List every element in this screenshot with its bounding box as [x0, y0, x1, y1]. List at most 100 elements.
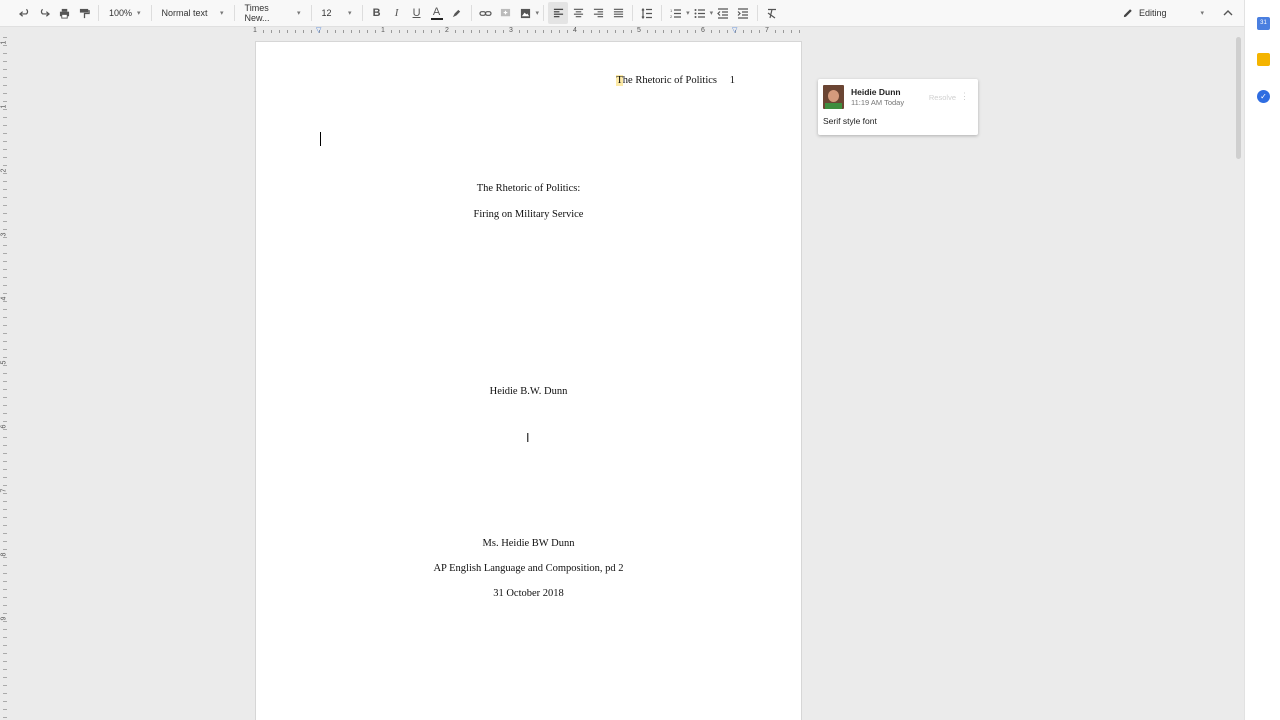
ruler-tick: [751, 30, 752, 33]
indent-marker-icon[interactable]: ▽: [732, 27, 739, 34]
ruler-number: 6: [0, 424, 8, 429]
comment-card[interactable]: Heidie Dunn 11:19 AM Today Resolve ⋮ Ser…: [818, 79, 978, 135]
highlight-pen-icon[interactable]: [447, 2, 467, 24]
ruler-tick: [3, 549, 7, 550]
line-spacing-icon[interactable]: [637, 2, 657, 24]
scrollbar[interactable]: [1232, 37, 1244, 720]
ruler-tick: [367, 30, 368, 33]
bulleted-list-icon[interactable]: [690, 2, 710, 24]
ruler-tick: [3, 709, 7, 710]
ruler-tick: [3, 181, 7, 182]
ruler-tick: [599, 30, 600, 33]
underline-icon[interactable]: U: [407, 2, 427, 24]
ruler-tick: [743, 30, 744, 33]
ruler-tick: [3, 277, 7, 278]
ruler-tick: [3, 37, 7, 38]
decrease-indent-icon[interactable]: [713, 2, 733, 24]
ruler-tick: [3, 269, 7, 270]
editing-mode-dropdown[interactable]: Editing ▾: [1115, 2, 1212, 24]
add-comment-icon[interactable]: [496, 2, 516, 24]
svg-text:1: 1: [670, 8, 673, 13]
keep-icon[interactable]: [1257, 53, 1270, 66]
ruler-tick: [415, 30, 416, 33]
chevron-down-icon: ▾: [137, 10, 141, 17]
print-icon[interactable]: [54, 2, 74, 24]
course-name[interactable]: AP English Language and Composition, pd …: [256, 563, 801, 574]
align-right-icon[interactable]: [588, 2, 608, 24]
editing-mode-label: Editing: [1138, 8, 1167, 18]
align-left-icon[interactable]: [548, 2, 569, 24]
undo-icon[interactable]: [14, 2, 34, 24]
divider: [98, 5, 99, 21]
bold-icon[interactable]: B: [367, 2, 387, 24]
header-text: he Rhetoric of Politics: [622, 75, 717, 86]
title-line-2[interactable]: Firing on Military Service: [256, 209, 801, 220]
document-page[interactable]: The Rhetoric of Politics 1 The Rhetoric …: [256, 42, 801, 720]
ruler-tick: [3, 413, 7, 414]
ruler-tick: [3, 701, 7, 702]
resolve-button[interactable]: Resolve: [929, 93, 956, 102]
teacher-name[interactable]: Ms. Heidie BW Dunn: [256, 538, 801, 549]
clear-formatting-icon[interactable]: [762, 2, 782, 24]
more-options-icon[interactable]: ⋮: [960, 91, 969, 102]
ruler-tick: [3, 69, 7, 70]
ruler-tick: [559, 30, 560, 33]
style-dropdown[interactable]: Normal text ▾: [156, 2, 230, 24]
ruler-tick: [3, 85, 7, 86]
ruler-tick: [3, 557, 7, 558]
ruler-tick: [3, 365, 7, 366]
ruler-tick: [3, 525, 7, 526]
image-icon[interactable]: [516, 2, 536, 24]
italic-icon[interactable]: I: [387, 2, 407, 24]
ruler-tick: [327, 30, 328, 33]
align-center-icon[interactable]: [568, 2, 588, 24]
ruler-tick: [3, 453, 7, 454]
ruler-tick: [519, 30, 520, 33]
ruler-tick: [567, 30, 568, 33]
increase-indent-icon[interactable]: [733, 2, 753, 24]
ruler-tick: [3, 421, 7, 422]
zoom-dropdown[interactable]: 100% ▾: [103, 2, 147, 24]
ruler-tick: [3, 285, 7, 286]
text-color-icon[interactable]: A: [427, 2, 447, 24]
collapse-toolbar-icon[interactable]: [1220, 2, 1236, 24]
scroll-thumb[interactable]: [1236, 37, 1241, 159]
indent-marker-icon[interactable]: ▽: [316, 27, 323, 34]
pencil-icon: [1123, 9, 1132, 18]
font-dropdown[interactable]: Times New... ▾: [239, 2, 307, 24]
ruler-tick: [3, 373, 7, 374]
redo-icon[interactable]: [34, 2, 54, 24]
ruler-number: 9: [0, 616, 8, 621]
paint-format-icon[interactable]: [74, 2, 94, 24]
ruler-tick: [3, 581, 7, 582]
link-icon[interactable]: [476, 2, 496, 24]
ruler-tick: [3, 101, 7, 102]
page-header[interactable]: The Rhetoric of Politics: [616, 75, 717, 86]
ruler-tick: [407, 30, 408, 33]
tasks-icon[interactable]: ✓: [1257, 90, 1270, 103]
numbered-list-icon[interactable]: 12: [666, 2, 686, 24]
document-date[interactable]: 31 October 2018: [256, 588, 801, 599]
chevron-down-icon: ▾: [535, 10, 540, 17]
zoom-value: 100%: [109, 8, 133, 18]
ruler-tick: [495, 30, 496, 33]
horizontal-ruler[interactable]: 1 1 2 3 4 5 6 7 ▽ ▽: [253, 27, 801, 37]
ruler-tick: [3, 717, 7, 718]
align-justify-icon[interactable]: [608, 2, 628, 24]
ruler-tick: [3, 389, 7, 390]
ruler-tick: [375, 30, 376, 33]
ruler-tick: [3, 61, 7, 62]
divider: [543, 5, 545, 21]
font-size-dropdown[interactable]: 12 ▾: [316, 2, 358, 24]
ruler-number: 1: [253, 27, 257, 34]
calendar-icon[interactable]: 31: [1257, 17, 1270, 30]
ruler-tick: [351, 30, 352, 33]
ruler-number: 4: [0, 296, 8, 301]
avatar-face: [828, 90, 839, 102]
vertical-ruler[interactable]: 1 1 2 3 4 5 6 7 8 9: [0, 37, 10, 720]
author-name[interactable]: Heidie B.W. Dunn: [256, 386, 801, 397]
ruler-tick: [3, 117, 7, 118]
chevron-down-icon: ▾: [297, 10, 301, 17]
title-line-1[interactable]: The Rhetoric of Politics:: [256, 183, 801, 194]
divider: [661, 5, 663, 21]
